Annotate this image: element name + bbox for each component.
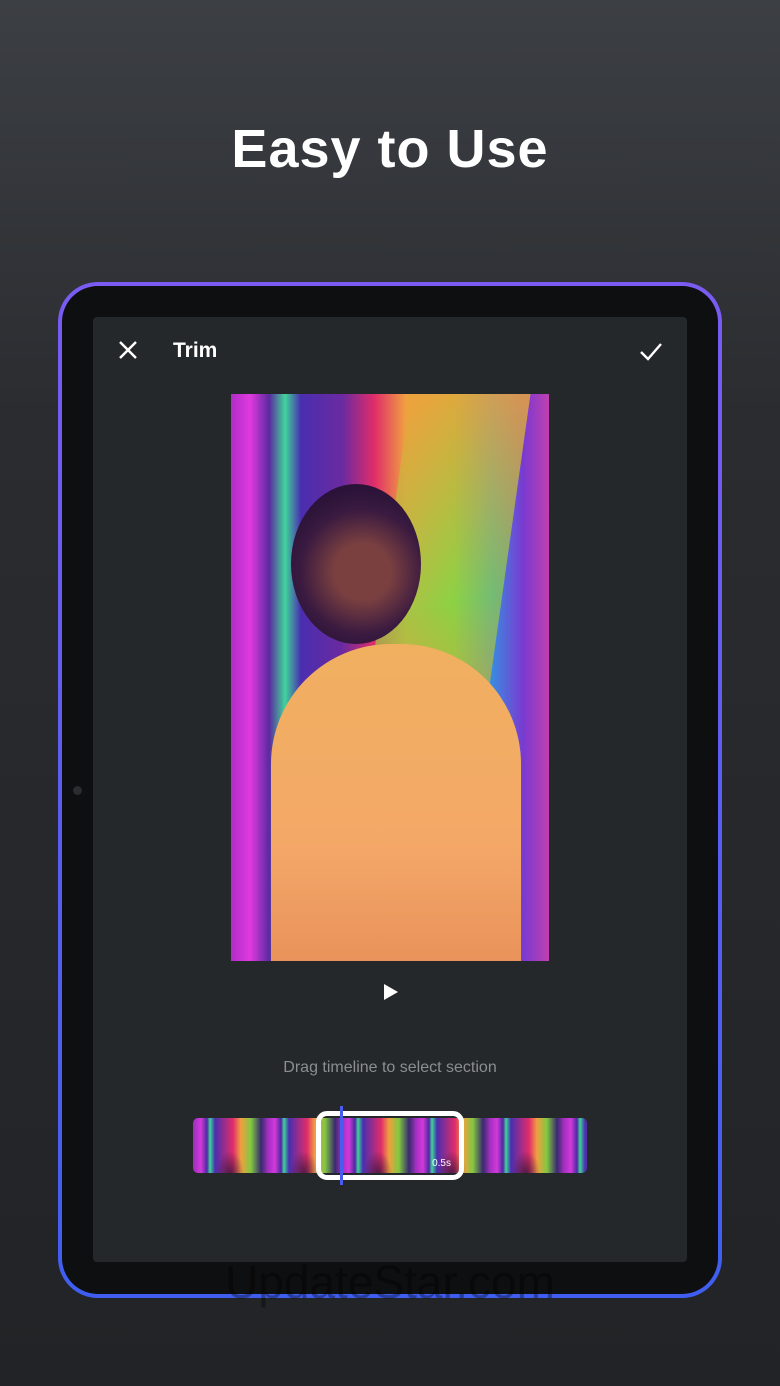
selection-box[interactable]: 0.5s — [316, 1111, 464, 1180]
tablet-frame: Trim Drag timeline to select section 0.5… — [58, 282, 722, 1298]
tablet-bezel: Trim Drag timeline to select section 0.5… — [62, 286, 718, 1294]
playhead[interactable] — [340, 1106, 343, 1185]
close-icon[interactable] — [115, 337, 141, 363]
hint-text: Drag timeline to select section — [283, 1059, 497, 1076]
watermark: UpdateStar.com — [225, 1256, 555, 1308]
selection-duration: 0.5s — [432, 1158, 451, 1169]
video-preview[interactable] — [231, 394, 549, 961]
trim-screen: Trim Drag timeline to select section 0.5… — [93, 317, 687, 1262]
headline: Easy to Use — [231, 119, 549, 179]
camera-icon — [73, 786, 82, 795]
page-title: Trim — [173, 339, 218, 362]
video-person — [271, 644, 521, 961]
play-icon[interactable] — [382, 982, 400, 1002]
top-bar: Trim — [93, 317, 687, 387]
check-icon[interactable] — [637, 337, 665, 365]
video-face — [291, 484, 421, 644]
